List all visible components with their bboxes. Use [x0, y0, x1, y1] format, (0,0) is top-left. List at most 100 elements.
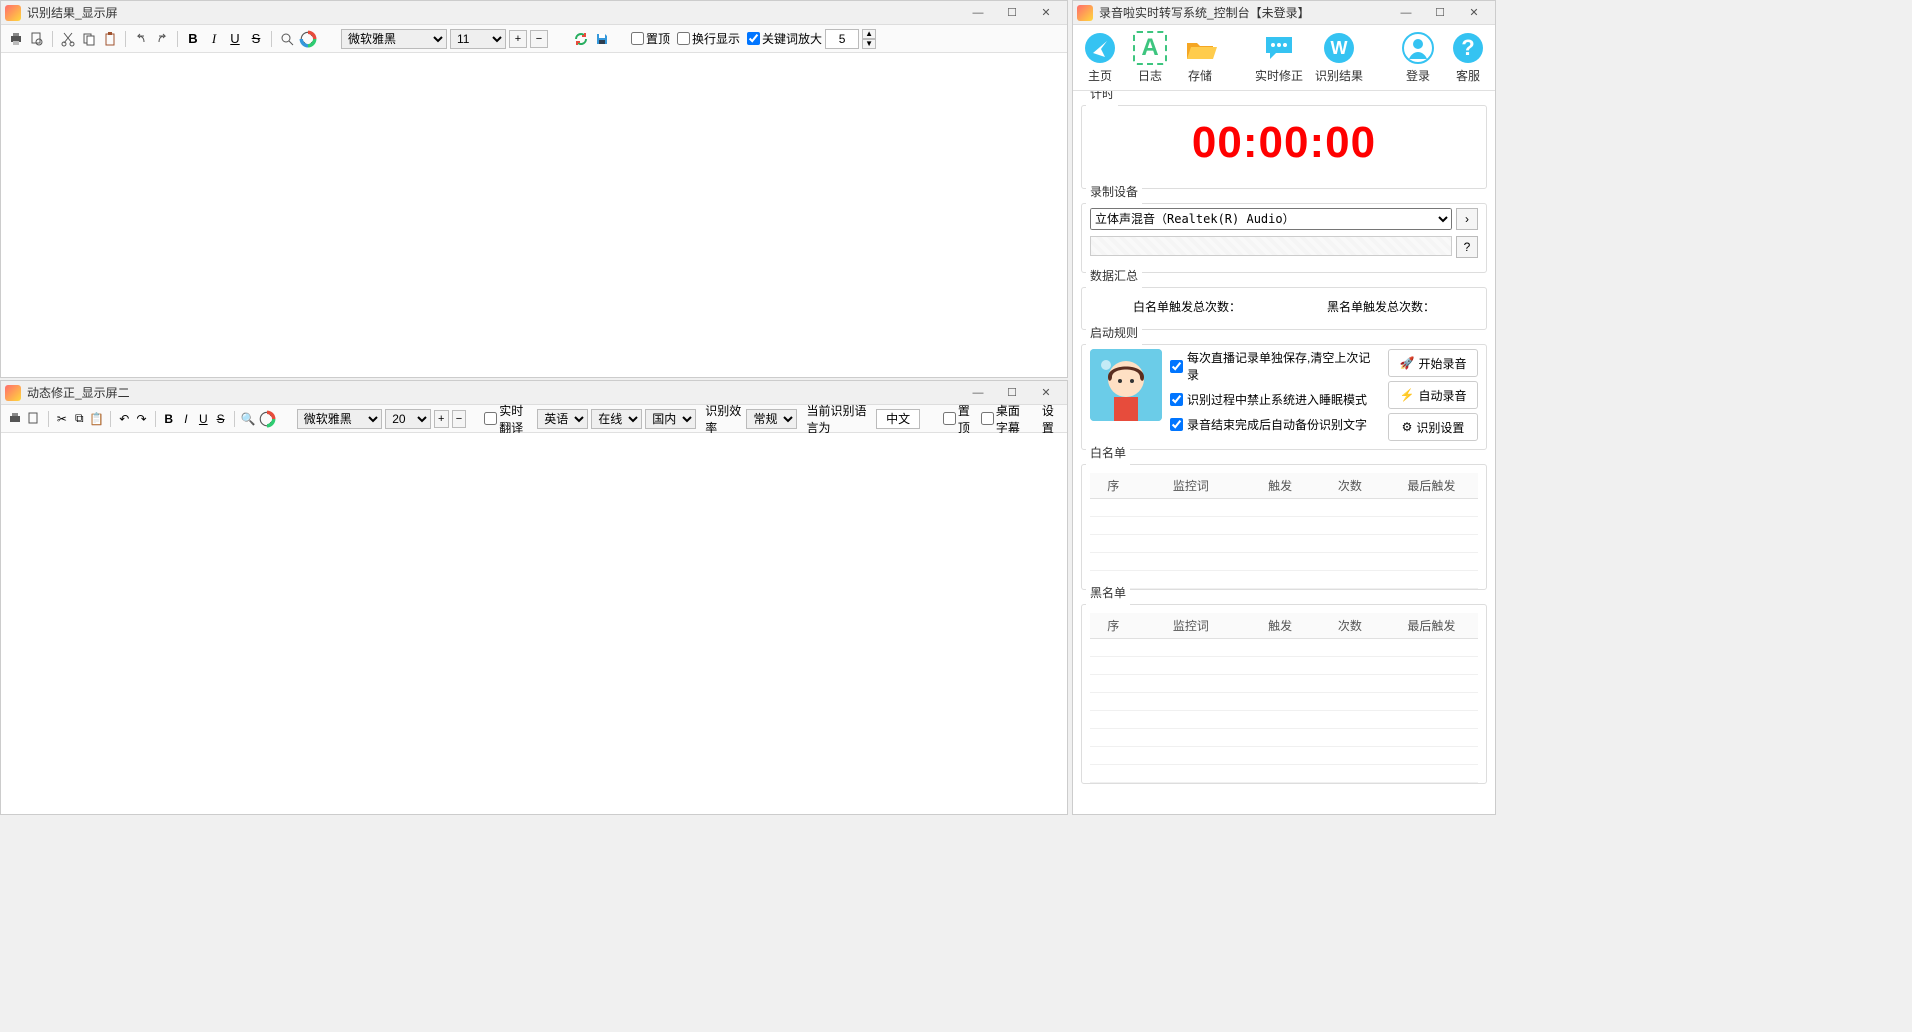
region-select[interactable]: 国内	[645, 409, 696, 429]
group-whitelist: 白名单 序 监控词 触发 次数 最后触发	[1081, 456, 1487, 590]
undo-icon[interactable]: ↶	[117, 410, 131, 428]
close-button[interactable]: ✕	[1029, 2, 1063, 24]
correction-editor-body[interactable]	[1, 433, 1067, 814]
font-family-select[interactable]: 微软雅黑	[341, 29, 447, 49]
window-title: 动态修正_显示屏二	[27, 384, 961, 401]
settings-link[interactable]: 设置	[1042, 402, 1061, 436]
tool-live-correct[interactable]: 实时修正	[1255, 31, 1303, 84]
italic-icon[interactable]: I	[179, 410, 193, 428]
font-size-decrease[interactable]: −	[530, 30, 548, 48]
font-family-select[interactable]: 微软雅黑	[297, 409, 382, 429]
tool-home[interactable]: 主页	[1081, 31, 1119, 84]
cut-icon[interactable]: ✂	[55, 410, 69, 428]
spin-up[interactable]: ▲	[862, 29, 876, 39]
tool-storage[interactable]: 存储	[1181, 31, 1219, 84]
maximize-button[interactable]: ☐	[995, 2, 1029, 24]
table-row	[1090, 553, 1478, 571]
strikethrough-icon[interactable]: S	[213, 410, 227, 428]
preview-icon[interactable]	[26, 410, 42, 428]
rule-checkbox-no-sleep[interactable]: 识别过程中禁止系统进入睡眠模式	[1170, 391, 1380, 408]
copy-icon[interactable]	[80, 30, 98, 48]
minimize-button[interactable]: —	[961, 2, 995, 24]
separator	[271, 31, 272, 47]
redo-icon[interactable]	[153, 30, 171, 48]
maximize-button[interactable]: ☐	[1423, 2, 1457, 24]
col-last: 最后触发	[1385, 473, 1478, 499]
mode-select[interactable]: 在线	[591, 409, 642, 429]
window-control-panel: 录音啦实时转写系统_控制台【未登录】 — ☐ ✕ 主页 A 日志 存储 实时修正…	[1072, 0, 1496, 815]
color-picker-icon[interactable]	[258, 410, 276, 428]
font-size-select[interactable]: 11	[450, 29, 506, 49]
device-next-button[interactable]: ›	[1456, 208, 1478, 230]
tool-support[interactable]: ? 客服	[1449, 31, 1487, 84]
checkbox-topmost[interactable]: 置顶	[631, 30, 670, 47]
checkbox-desktop-subtitle[interactable]: 桌面字幕	[981, 402, 1031, 436]
checkbox-topmost[interactable]: 置顶	[943, 402, 974, 436]
device-select[interactable]: 立体声混音（Realtek(R) Audio）	[1090, 208, 1452, 230]
col-trigger: 触发	[1245, 473, 1315, 499]
paste-icon[interactable]: 📋	[89, 410, 104, 428]
translate-language-select[interactable]: 英语	[537, 409, 588, 429]
tool-recognition-result[interactable]: W 识别结果	[1315, 31, 1363, 84]
app-icon	[5, 5, 21, 21]
rule-checkbox-separate-save[interactable]: 每次直播记录单独保存,清空上次记录	[1170, 349, 1380, 383]
underline-icon[interactable]: U	[196, 410, 210, 428]
bold-icon[interactable]: B	[162, 410, 176, 428]
preview-icon[interactable]	[28, 30, 46, 48]
bolt-icon: ⚡	[1400, 388, 1415, 402]
paste-icon[interactable]	[101, 30, 119, 48]
copy-icon[interactable]: ⧉	[72, 410, 86, 428]
device-level-meter	[1090, 236, 1452, 256]
minimize-button[interactable]: —	[961, 382, 995, 404]
avatar-image	[1090, 349, 1162, 421]
font-size-select[interactable]: 20	[385, 409, 431, 429]
print-icon[interactable]	[7, 410, 23, 428]
redo-icon[interactable]: ↷	[134, 410, 148, 428]
svg-text:W: W	[1331, 38, 1348, 58]
find-icon[interactable]: 🔍	[241, 410, 256, 428]
color-picker-icon[interactable]	[299, 30, 317, 48]
checkbox-wrap-display[interactable]: 换行显示	[677, 30, 740, 47]
spin-down[interactable]: ▼	[862, 39, 876, 49]
cut-icon[interactable]	[59, 30, 77, 48]
table-row	[1090, 675, 1478, 693]
toolbar-result: B I U S 微软雅黑 11 + − 置顶 换行显示 关键词放大 ▲ ▼	[1, 25, 1067, 53]
refresh-icon[interactable]	[572, 30, 590, 48]
find-icon[interactable]	[278, 30, 296, 48]
separator	[234, 411, 235, 427]
tool-login[interactable]: 登录	[1399, 31, 1437, 84]
start-recording-button[interactable]: 🚀开始录音	[1388, 349, 1478, 377]
print-icon[interactable]	[7, 30, 25, 48]
device-help-button[interactable]: ?	[1456, 236, 1478, 258]
save-icon[interactable]	[593, 30, 611, 48]
minimize-button[interactable]: —	[1389, 2, 1423, 24]
font-size-decrease[interactable]: −	[452, 410, 467, 428]
maximize-button[interactable]: ☐	[995, 382, 1029, 404]
tool-log[interactable]: A 日志	[1131, 31, 1169, 84]
efficiency-select[interactable]: 常规	[746, 409, 797, 429]
font-size-increase[interactable]: +	[434, 410, 449, 428]
table-row	[1090, 711, 1478, 729]
recognition-settings-button[interactable]: ⚙识别设置	[1388, 413, 1478, 441]
auto-recording-button[interactable]: ⚡自动录音	[1388, 381, 1478, 409]
underline-icon[interactable]: U	[226, 30, 244, 48]
font-size-increase[interactable]: +	[509, 30, 527, 48]
close-button[interactable]: ✕	[1029, 382, 1063, 404]
close-button[interactable]: ✕	[1457, 2, 1491, 24]
keyword-zoom-value[interactable]	[825, 29, 859, 49]
whitelist-table[interactable]: 序 监控词 触发 次数 最后触发	[1090, 473, 1478, 589]
table-row	[1090, 747, 1478, 765]
table-row	[1090, 517, 1478, 535]
strikethrough-icon[interactable]: S	[247, 30, 265, 48]
rule-checkbox-auto-backup[interactable]: 录音结束完成后自动备份识别文字	[1170, 416, 1380, 433]
col-count: 次数	[1315, 613, 1385, 639]
result-editor-body[interactable]	[1, 53, 1067, 377]
checkbox-realtime-translate[interactable]: 实时翻译	[484, 402, 534, 436]
bold-icon[interactable]: B	[184, 30, 202, 48]
separator	[52, 31, 53, 47]
italic-icon[interactable]: I	[205, 30, 223, 48]
col-trigger: 触发	[1245, 613, 1315, 639]
undo-icon[interactable]	[132, 30, 150, 48]
checkbox-keyword-zoom[interactable]: 关键词放大	[747, 30, 822, 47]
blacklist-table[interactable]: 序 监控词 触发 次数 最后触发	[1090, 613, 1478, 783]
